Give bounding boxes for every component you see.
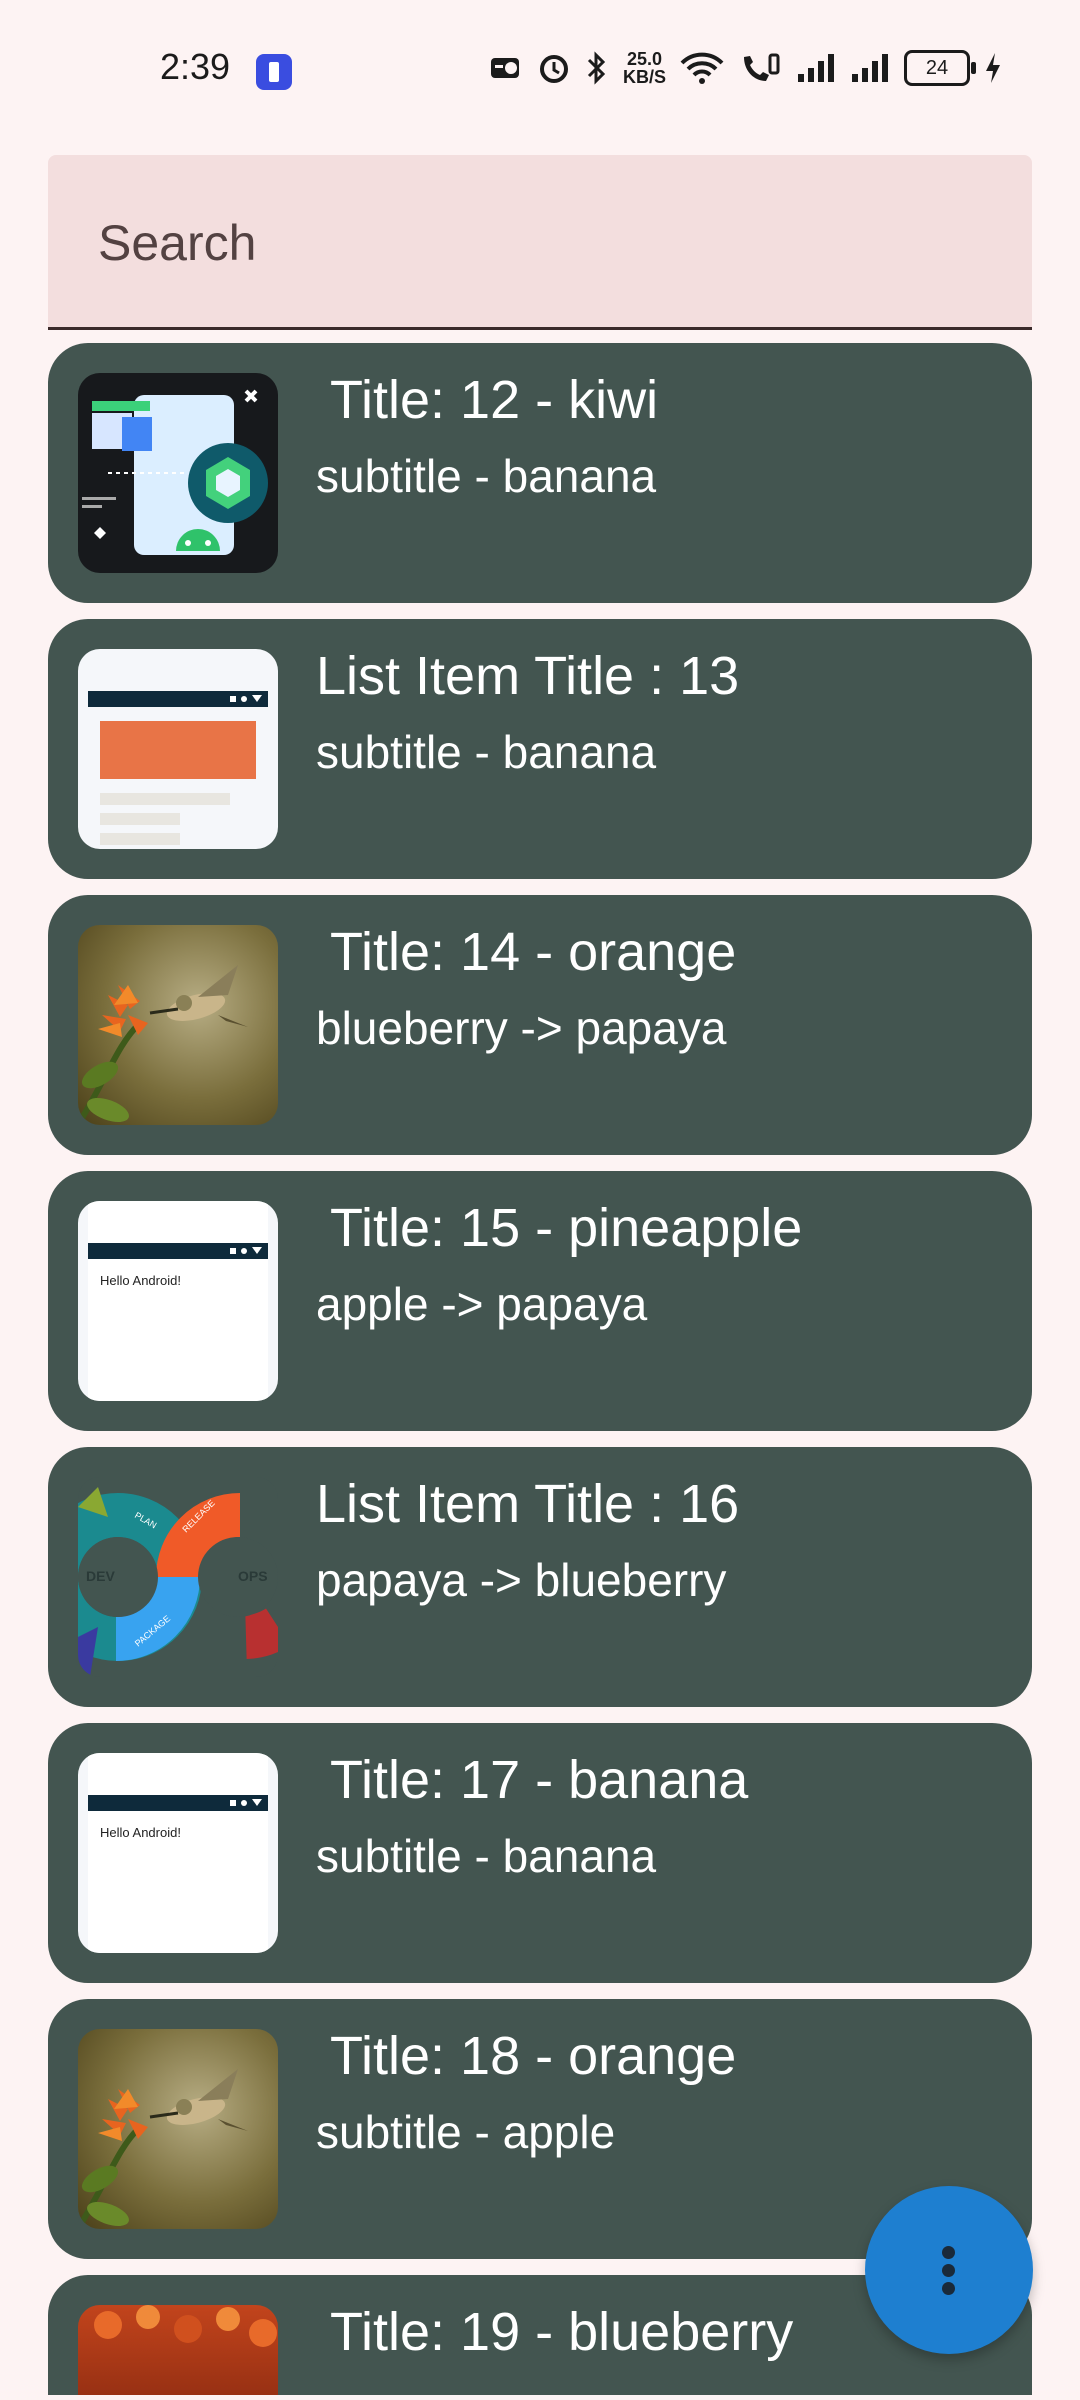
- hummingbird-photo: [78, 965, 248, 1125]
- item-title: List Item Title : 16: [316, 1474, 740, 1534]
- more-vert-icon-dot: [942, 2246, 955, 2259]
- dev-label: DEV: [86, 1568, 115, 1584]
- item-thumbnail: [78, 2029, 278, 2229]
- item-thumbnail: [78, 925, 278, 1125]
- item-subtitle: subtitle - apple: [316, 2106, 616, 2158]
- item-thumbnail: [78, 2305, 278, 2395]
- item-title: List Item Title : 13: [316, 646, 740, 706]
- item-title: Title: 15 - pineapple: [316, 1198, 803, 1258]
- devops-cycle-diagram: DEV OPS PLAN RELEASE PACKAGE: [78, 1487, 278, 1677]
- list-item[interactable]: Title: 14 - orange blueberry -> papaya: [48, 895, 1032, 1155]
- hello-android-screen: Hello Android!: [88, 1201, 268, 1401]
- list-item[interactable]: Hello Android! Title: 15 - pineapple app…: [48, 1171, 1032, 1431]
- item-subtitle: subtitle - banana: [316, 1830, 657, 1882]
- more-vert-icon-dot: [942, 2264, 955, 2277]
- list-item[interactable]: DEV OPS PLAN RELEASE PACKAGE List Item T…: [48, 1447, 1032, 1707]
- status-bar: 2:39 25.0 KB/S 24: [0, 0, 1080, 150]
- item-title: Title: 18 - orange: [316, 2026, 737, 2086]
- alarm-icon: [539, 55, 568, 83]
- autumn-leaves-photo: [94, 2305, 277, 2347]
- item-thumbnail: [78, 649, 278, 849]
- list-item[interactable]: Hello Android! Title: 17 - banana subtit…: [48, 1723, 1032, 1983]
- item-subtitle: papaya -> blueberry: [316, 1554, 727, 1606]
- hello-android-screen: Hello Android!: [88, 1753, 268, 1953]
- more-options-fab[interactable]: [865, 2186, 1033, 2354]
- item-thumbnail: [78, 373, 278, 573]
- hello-android-text: Hello Android!: [100, 1273, 181, 1288]
- net-speed-value: 25.0: [626, 49, 663, 69]
- screen-record-icon: [490, 58, 519, 78]
- search-field[interactable]: [48, 155, 1032, 330]
- more-vert-icon-dot: [942, 2282, 955, 2295]
- item-thumbnail: Hello Android!: [78, 1753, 278, 1953]
- net-speed-unit: KB/S: [622, 67, 666, 87]
- signal-sim1-icon: [798, 54, 834, 82]
- signal-sim2-icon: [852, 54, 888, 82]
- hello-android-text: Hello Android!: [100, 1825, 181, 1840]
- status-icons: 25.0 KB/S 24: [489, 50, 1002, 86]
- charging-icon: [986, 53, 1000, 83]
- item-subtitle: blueberry -> papaya: [316, 1002, 727, 1054]
- bluetooth-icon: [587, 51, 606, 85]
- item-title: Title: 14 - orange: [316, 922, 737, 982]
- item-subtitle: apple -> papaya: [316, 1278, 648, 1330]
- item-title: Title: 17 - banana: [316, 1750, 749, 1810]
- flashlight-icon: [256, 54, 292, 90]
- item-thumbnail: Hello Android!: [78, 1201, 278, 1401]
- battery-icon: 24: [904, 50, 976, 86]
- ops-label: OPS: [238, 1568, 268, 1584]
- item-subtitle: subtitle - banana: [316, 726, 657, 778]
- hummingbird-photo: [78, 2069, 248, 2229]
- list-item[interactable]: List Item Title : 13 subtitle - banana: [48, 619, 1032, 879]
- net-speed: 25.0 KB/S: [623, 50, 666, 86]
- item-subtitle: subtitle - banana: [316, 450, 657, 502]
- wifi-icon: [680, 52, 724, 84]
- item-title: Title: 19 - blueberry: [316, 2302, 794, 2362]
- item-title: Title: 12 - kiwi: [316, 370, 659, 430]
- compose-android-illustration: [82, 389, 268, 555]
- item-thumbnail: DEV OPS PLAN RELEASE PACKAGE: [78, 1477, 278, 1677]
- search-input[interactable]: [96, 212, 980, 274]
- app-screen-orange-mockup: [88, 691, 268, 845]
- status-time: 2:39: [160, 46, 231, 87]
- wifi-calling-icon: [744, 53, 780, 81]
- list-item[interactable]: Title: 12 - kiwi subtitle - banana: [48, 343, 1032, 603]
